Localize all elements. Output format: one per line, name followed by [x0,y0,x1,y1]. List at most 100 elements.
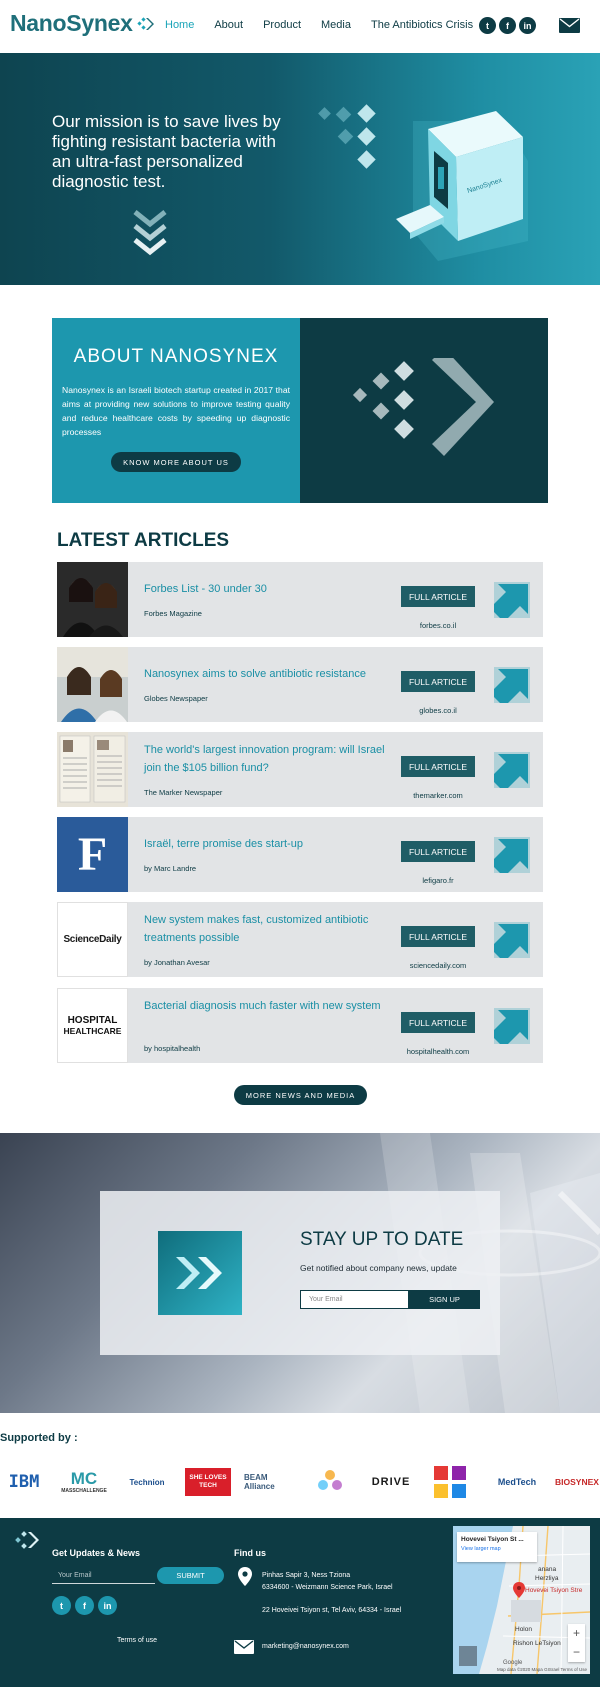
about-section: ABOUT NANOSYNEX Nanosynex is an Israeli … [52,318,548,503]
article-domain: themarker.com [413,791,463,800]
nav-about[interactable]: About [214,19,243,31]
sponsor-technion[interactable]: Technion [122,1460,172,1504]
footer-logo-icon[interactable] [14,1528,42,1552]
logo-mark-icon [136,16,154,30]
twitter-icon[interactable]: t [52,1596,71,1615]
arrow-diamonds-graphic [352,358,494,456]
nav-media[interactable]: Media [321,19,351,31]
zoom-in-button[interactable]: + [568,1624,585,1643]
article-domain: sciencedaily.com [409,961,467,970]
sponsor-beam-alliance[interactable]: BEAM Alliance [244,1460,294,1504]
header-social: t f in [479,17,536,34]
nav-product[interactable]: Product [263,19,301,31]
address-tel-aviv: 22 Hoveivei Tsiyon st, Tel Aviv, 64334 -… [262,1607,402,1614]
article-source: Forbes Magazine [144,609,202,618]
arrow-up-right-icon[interactable] [494,1008,530,1044]
article-card[interactable]: The world's largest innovation program: … [57,732,543,807]
mail-icon[interactable] [559,18,580,33]
address-line1: Pinhas Sapir 3, Ness Tziona [262,1572,351,1579]
map-attribution[interactable]: Map data ©2020 Mapa GISrael Terms of Use [483,1667,590,1672]
article-title[interactable]: New system makes fast, customized antibi… [144,911,394,947]
google-map[interactable]: Hovevei Tsiyon St ... View larger map an… [453,1526,590,1674]
nanosynex-mark-icon [158,1231,242,1315]
sponsor-biosynex[interactable]: BIOSYNEX [554,1460,600,1504]
full-article-button[interactable]: FULL ARTICLE [401,1012,475,1033]
full-article-button[interactable]: FULL ARTICLE [401,841,475,862]
full-article-button[interactable]: FULL ARTICLE [401,926,475,947]
facebook-icon[interactable]: f [75,1596,94,1615]
article-title[interactable]: Forbes List - 30 under 30 [144,580,394,598]
sponsor-logos: IBM MC MASSCHALLENGE Technion SHE LOVES … [0,1460,600,1504]
newsletter-card: STAY UP TO DATE Get notified about compa… [100,1191,500,1355]
footer: Get Updates & News Your Email SUBMIT t f… [0,1518,600,1687]
article-title[interactable]: Israël, terre promise des start-up [144,835,394,853]
article-source: The Marker Newspaper [144,788,223,797]
article-thumbnail [57,732,128,807]
zoom-out-button[interactable]: − [568,1643,585,1662]
article-source: Globes Newspaper [144,694,208,703]
article-card[interactable]: ScienceDaily New system makes fast, cust… [57,902,543,977]
sponsor-drive[interactable]: DRIVE [366,1460,416,1504]
colorful-star-logo-icon [318,1470,342,1490]
about-description: Nanosynex is an Israeli biotech startup … [62,385,290,437]
map-label-anana: anana [538,1566,557,1573]
footer-email-input[interactable]: Your Email [52,1567,155,1584]
full-article-button[interactable]: FULL ARTICLE [401,586,475,607]
linkedin-icon[interactable]: in [98,1596,117,1615]
footer-social: t f in [52,1596,117,1615]
contact-email[interactable]: marketing@nanosynex.com [262,1643,349,1650]
full-article-button[interactable]: FULL ARTICLE [401,756,475,777]
arrow-up-right-icon[interactable] [494,582,530,618]
footer-submit-button[interactable]: SUBMIT [157,1567,224,1584]
map-label-rishon: Rishon LeTsiyon [513,1640,561,1647]
le-figaro-logo: F [77,828,108,881]
sponsor-colorful-logo[interactable] [304,1460,356,1504]
article-domain: lefigaro.fr [422,876,454,885]
view-larger-map-link[interactable]: View larger map [461,1546,533,1552]
sign-up-button[interactable]: SIGN UP [409,1290,480,1309]
newsletter-subtitle: Get notified about company news, update [300,1263,457,1273]
map-zoom-controls: + − [568,1624,585,1662]
article-source: by Marc Landre [144,864,197,873]
newsletter-title: STAY UP TO DATE [300,1229,464,1250]
nav-home[interactable]: Home [165,19,194,31]
sponsor-she-loves-tech[interactable]: SHE LOVES TECH [184,1460,232,1504]
arrow-up-right-icon[interactable] [494,667,530,703]
know-more-button[interactable]: KNOW MORE ABOUT US [111,452,241,472]
sponsor-sz[interactable] [428,1460,472,1504]
header: NanoSynex Home About Product Media The A… [0,0,600,52]
sponsor-masschallenge[interactable]: MC MASSCHALLENGE [61,1460,107,1504]
latest-articles-title: LATEST ARTICLES [57,530,230,551]
sponsor-medtech[interactable]: MedTech [492,1460,542,1504]
sponsor-ibm[interactable]: IBM [0,1460,48,1504]
article-card[interactable]: F Israël, terre promise des start-up by … [57,817,543,892]
terms-of-use-link[interactable]: Terms of use [117,1637,157,1644]
article-thumbnail [57,562,128,637]
arrow-up-right-icon[interactable] [494,752,530,788]
article-title[interactable]: The world's largest innovation program: … [144,741,394,777]
logo[interactable]: NanoSynex [10,10,155,37]
article-title[interactable]: Nanosynex aims to solve antibiotic resis… [144,665,394,683]
sz-logo-icon [434,1466,466,1498]
arrow-up-right-icon[interactable] [494,922,530,958]
page: NanoSynex Home About Product Media The A… [0,0,600,1687]
article-source: by Jonathan Avesar [144,958,210,967]
nav-antibiotics-crisis[interactable]: The Antibiotics Crisis [371,19,473,31]
location-pin-icon [238,1567,252,1586]
about-title: ABOUT NANOSYNEX [73,346,279,367]
more-news-button[interactable]: MORE NEWS AND MEDIA [234,1085,367,1105]
scroll-down-icon[interactable] [133,210,167,256]
arrow-up-right-icon[interactable] [494,837,530,873]
linkedin-icon[interactable]: in [519,17,536,34]
facebook-icon[interactable]: f [499,17,516,34]
twitter-icon[interactable]: t [479,17,496,34]
newsletter-section: STAY UP TO DATE Get notified about compa… [0,1133,600,1413]
hospital-logo-line2: HEALTHCARE [63,1025,122,1036]
article-card[interactable]: HOSPITAL HEALTHCARE Bacterial diagnosis … [57,988,543,1063]
map-info-card: Hovevei Tsiyon St ... View larger map [457,1532,537,1562]
article-card[interactable]: Nanosynex aims to solve antibiotic resis… [57,647,543,722]
full-article-button[interactable]: FULL ARTICLE [401,671,475,692]
newsletter-email-input[interactable]: Your Email [300,1290,409,1309]
article-title[interactable]: Bacterial diagnosis much faster with new… [144,997,394,1015]
article-card[interactable]: Forbes List - 30 under 30 Forbes Magazin… [57,562,543,637]
